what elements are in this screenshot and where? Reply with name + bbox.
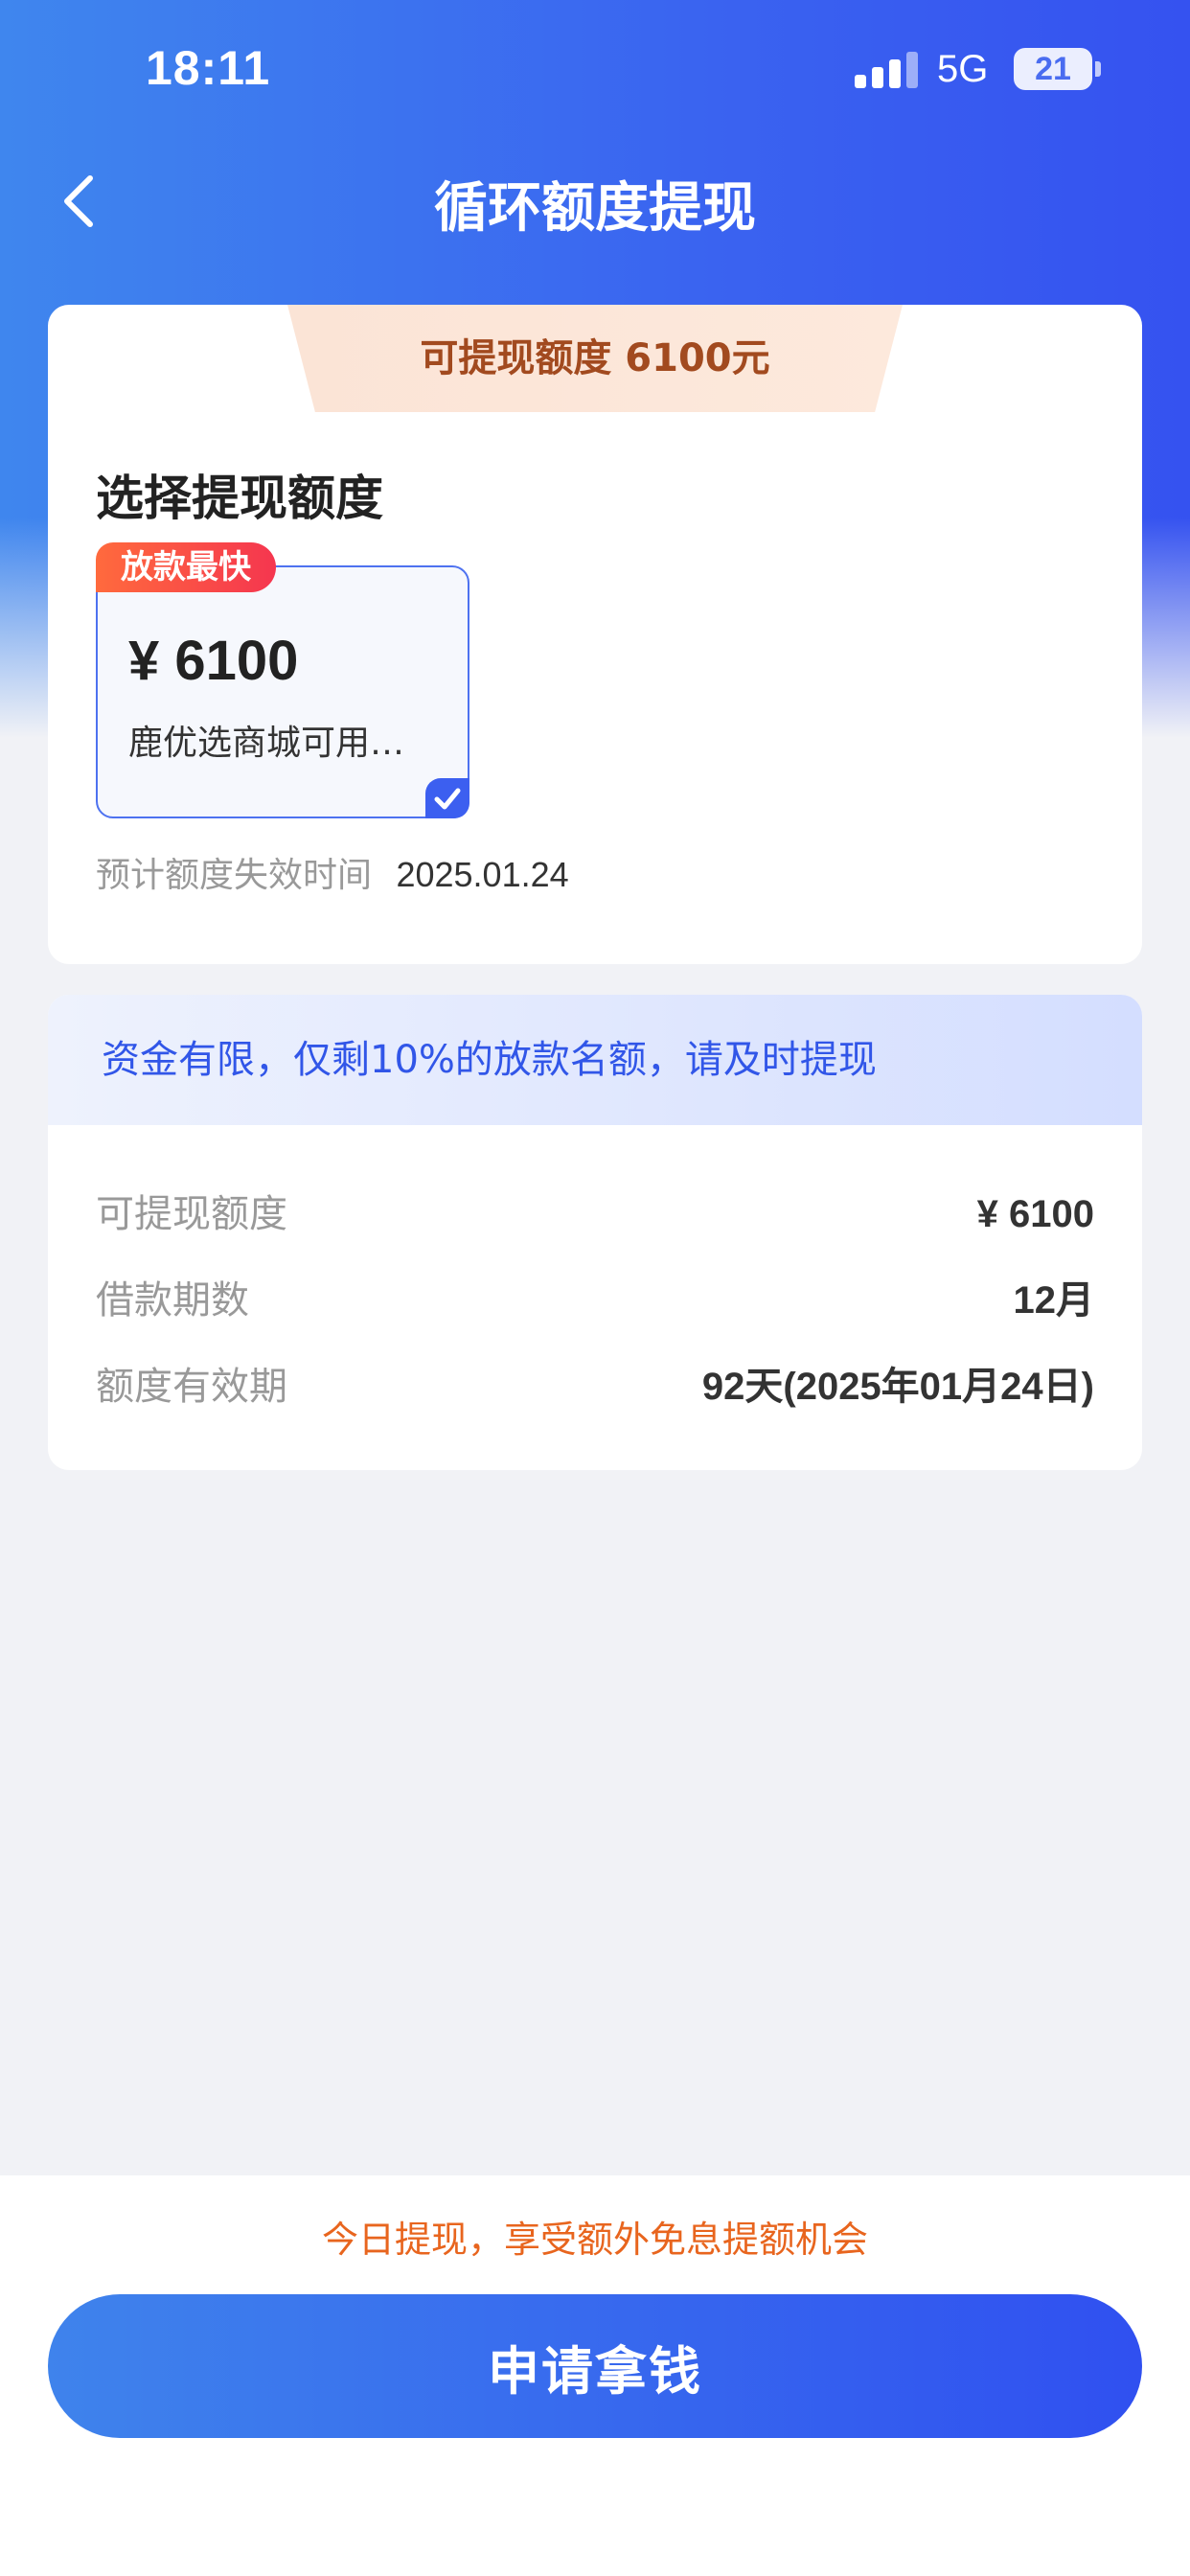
detail-value: 12月 <box>1013 1279 1095 1322</box>
fastest-badge: 放款最快 <box>96 542 276 592</box>
detail-label: 可提现额度 <box>96 1192 287 1236</box>
section-title: 选择提现额度 <box>96 471 383 526</box>
available-amount-text: 可提现额度 6100元 <box>420 336 770 380</box>
bottom-action-panel: 今日提现，享受额外免息提额机会 申请拿钱 <box>0 2175 1190 2576</box>
expire-row: 预计额度失效时间 2025.01.24 <box>96 847 569 897</box>
battery-level: 21 <box>1035 51 1071 87</box>
battery-icon: 21 <box>1014 48 1092 90</box>
battery-tip <box>1095 61 1101 77</box>
detail-row-validity: 额度有效期 92天(2025年01月24日) <box>96 1353 1094 1420</box>
signal-icon <box>855 50 918 88</box>
selected-check-badge <box>425 778 469 818</box>
withdraw-amount-card: 可提现额度 6100元 选择提现额度 ¥ 6100 鹿优选商城可用… 放款最快 … <box>48 305 1142 964</box>
option-amount: ¥ 6100 <box>128 630 299 692</box>
detail-row-available: 可提现额度 ¥ 6100 <box>96 1181 1094 1248</box>
expire-value: 2025.01.24 <box>396 855 569 894</box>
detail-card: 资金有限，仅剩10%的放款名额，请及时提现 可提现额度 ¥ 6100 借款期数 … <box>48 995 1142 1470</box>
status-bar: 18:11 5G 21 <box>0 0 1190 144</box>
check-icon <box>434 788 461 810</box>
notice-banner: 资金有限，仅剩10%的放款名额，请及时提现 <box>48 995 1142 1125</box>
detail-row-term: 借款期数 12月 <box>96 1267 1094 1334</box>
expire-label: 预计额度失效时间 <box>96 856 373 895</box>
detail-label: 借款期数 <box>96 1278 249 1322</box>
status-time: 18:11 <box>146 41 271 95</box>
detail-value: 92天(2025年01月24日) <box>701 1366 1094 1408</box>
detail-value: ¥ 6100 <box>976 1193 1094 1235</box>
promo-text: 今日提现，享受额外免息提额机会 <box>321 2219 868 2261</box>
detail-label: 额度有效期 <box>96 1365 287 1409</box>
amount-option-card[interactable]: ¥ 6100 鹿优选商城可用… <box>96 565 469 818</box>
apply-button[interactable]: 申请拿钱 <box>48 2294 1142 2438</box>
option-description: 鹿优选商城可用… <box>128 724 405 763</box>
network-label: 5G <box>937 48 989 90</box>
available-amount-banner: 可提现额度 6100元 <box>287 305 903 412</box>
page-title: 循环额度提现 <box>434 177 756 240</box>
notice-text: 资金有限，仅剩10%的放款名额，请及时提现 <box>102 1038 877 1082</box>
